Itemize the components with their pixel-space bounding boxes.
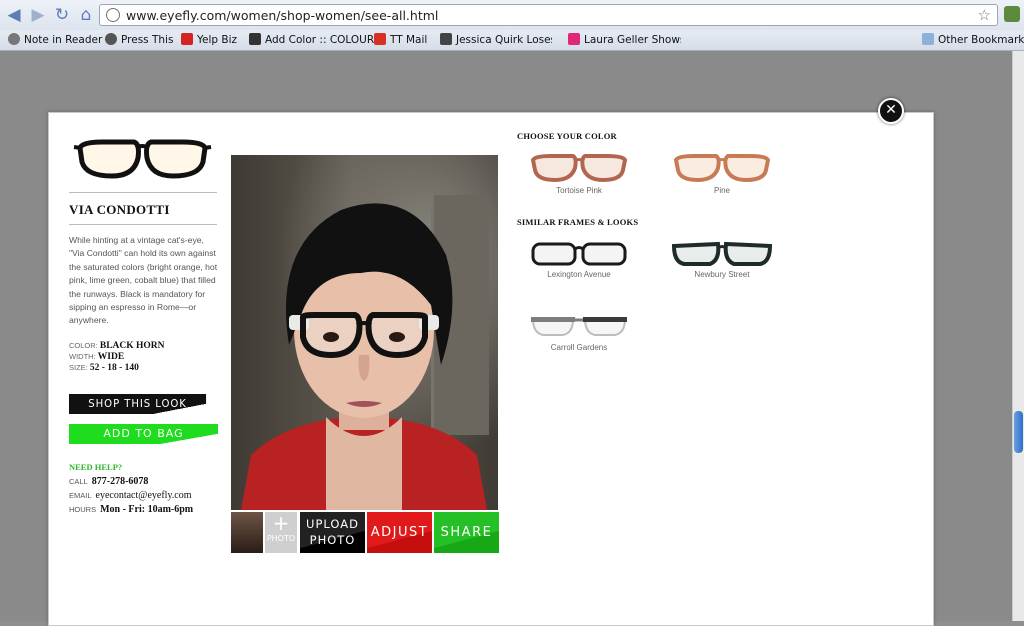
color-option-label: Pine	[713, 186, 730, 195]
plus-icon: +	[272, 511, 290, 535]
divider	[69, 192, 217, 193]
laura-geller-icon	[568, 33, 580, 45]
similar-newbury-street[interactable]: Newbury Street	[667, 240, 777, 302]
globe-icon	[106, 8, 120, 22]
spec-width: WIDTH: WIDE	[69, 352, 125, 362]
choose-color-heading: CHOOSE YOUR COLOR	[517, 131, 617, 141]
spec-color: COLOR: BLACK HORN	[69, 341, 165, 351]
need-help-heading: NEED HELP?	[69, 462, 123, 472]
address-bar[interactable]: www.eyefly.com/women/shop-women/see-all.…	[99, 4, 998, 26]
forward-icon[interactable]: ▶	[28, 5, 48, 25]
close-icon[interactable]: ✕	[878, 98, 904, 124]
divider	[69, 224, 217, 225]
share-button[interactable]: SHARE	[434, 512, 499, 553]
glasses-icon	[530, 154, 628, 183]
upload-photo-button[interactable]: UPLOAD PHOTO	[300, 512, 365, 553]
bookmark-add-color[interactable]: Add Color :: COLOUR	[249, 32, 374, 48]
glasses-icon	[671, 241, 773, 266]
url-text[interactable]: www.eyefly.com/women/shop-women/see-all.…	[126, 8, 438, 23]
product-title: VIA CONDOTTI	[69, 202, 170, 217]
spec-size: SIZE: 52 - 18 - 140	[69, 363, 139, 373]
bookmark-note-in-reader[interactable]: Note in Reader	[8, 32, 102, 48]
reload-icon[interactable]: ↻	[52, 5, 72, 25]
hearts-icon	[249, 33, 261, 45]
adjust-button[interactable]: ADJUST	[367, 512, 432, 553]
upload-line-2: PHOTO	[309, 533, 356, 547]
browser-toolbar: ◀ ▶ ↻ ⌂ www.eyefly.com/women/shop-women/…	[0, 0, 1024, 30]
bookmark-jessica-quirk[interactable]: Jessica Quirk Loses M	[440, 32, 552, 48]
bookmark-yelp-biz[interactable]: Yelp Biz	[181, 32, 237, 48]
help-email: EMAIL eyecontact@eyefly.com	[69, 490, 192, 501]
similar-carroll-gardens[interactable]: Carroll Gardens	[524, 313, 634, 375]
similar-frame-label: Newbury Street	[694, 270, 750, 279]
add-photo-button[interactable]: + PHOTO	[265, 512, 297, 553]
extension-icon[interactable]	[1004, 6, 1020, 22]
portrait-illustration	[241, 203, 487, 510]
person-icon	[440, 33, 452, 45]
help-hours: HOURS Mon - Fri: 10am-6pm	[69, 504, 194, 515]
bookmark-star-icon[interactable]: ☆	[978, 6, 991, 24]
bookmark-tt-mail[interactable]: TT Mail	[374, 32, 427, 48]
photo-thumbnail[interactable]	[231, 512, 263, 553]
other-bookmarks[interactable]: Other Bookmarks	[922, 32, 1024, 48]
product-frame-image	[73, 139, 212, 179]
glasses-icon	[531, 317, 627, 336]
upload-line-1: UPLOAD	[306, 517, 359, 531]
gmail-icon	[374, 33, 386, 45]
similar-frame-label: Carroll Gardens	[550, 343, 608, 352]
reader-icon	[8, 33, 20, 45]
back-icon[interactable]: ◀	[4, 5, 24, 25]
add-photo-label: PHOTO	[266, 534, 296, 543]
scrollbar-thumb[interactable]	[1014, 411, 1023, 453]
shop-this-look-button[interactable]: SHOP THIS LOOK	[69, 394, 207, 414]
product-description: While hinting at a vintage cat's-eye, "V…	[69, 235, 218, 326]
glasses-icon	[673, 154, 771, 183]
similar-frames-heading: SIMILAR FRAMES & LOOKS	[517, 217, 639, 227]
home-icon[interactable]: ⌂	[76, 5, 96, 25]
similar-lexington-avenue[interactable]: Lexington Avenue	[524, 240, 634, 302]
bookmarks-bar: Note in Reader Press This Yelp Biz Add C…	[0, 30, 1024, 51]
color-option-tortoise-pink[interactable]: Tortoise Pink	[524, 152, 634, 214]
bookmark-laura-geller[interactable]: Laura Geller Shows H	[568, 32, 681, 48]
color-option-pine[interactable]: Pine	[667, 152, 777, 214]
glasses-icon	[531, 242, 627, 266]
wordpress-icon	[105, 33, 117, 45]
color-option-label: Tortoise Pink	[556, 186, 602, 195]
add-to-bag-button[interactable]: ADD TO BAG	[69, 424, 218, 444]
yelp-icon	[181, 33, 193, 45]
help-call: CALL 877-278-6078	[69, 476, 149, 487]
similar-frame-label: Lexington Avenue	[547, 270, 611, 279]
bookmark-press-this[interactable]: Press This	[105, 32, 173, 48]
scrollbar[interactable]	[1012, 51, 1024, 621]
folder-icon	[922, 33, 934, 45]
try-on-photo[interactable]	[231, 155, 498, 510]
